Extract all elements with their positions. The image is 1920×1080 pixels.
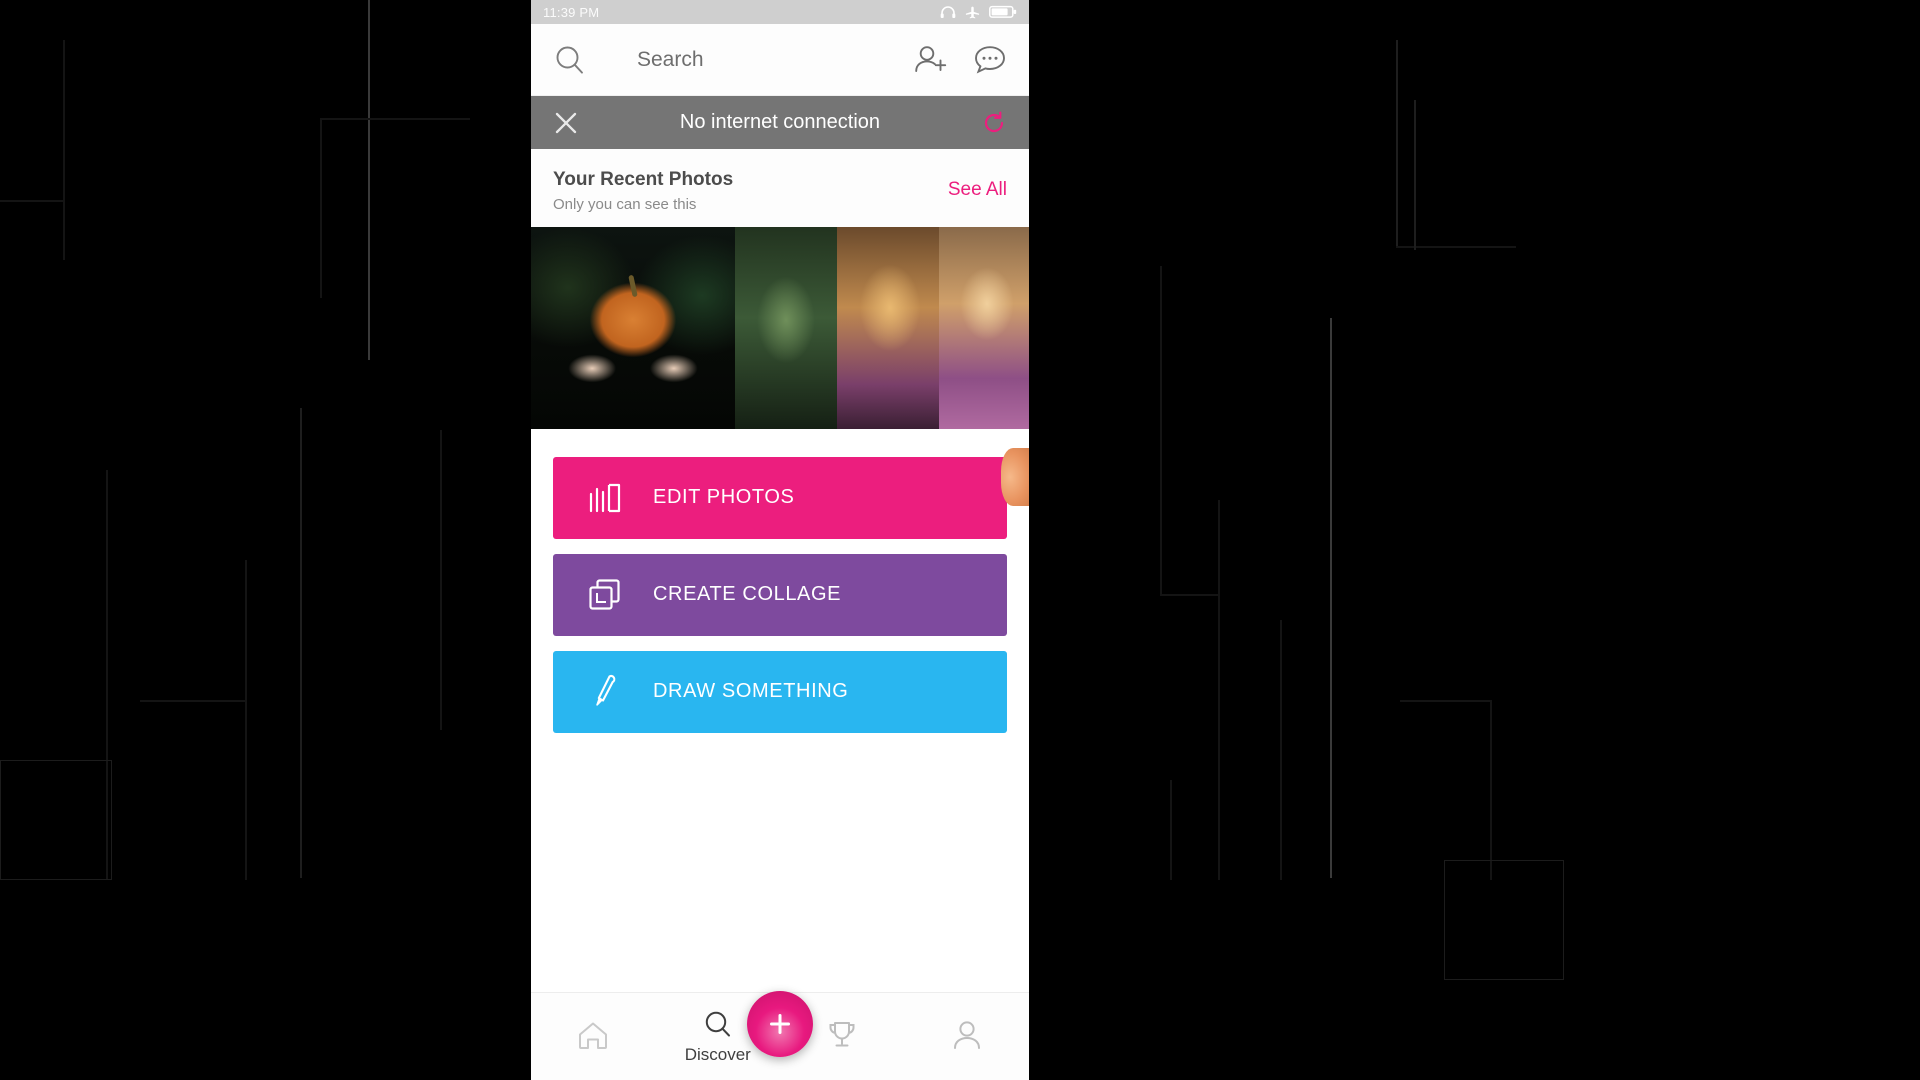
nav-item-profile[interactable]: [905, 993, 1030, 1080]
recent-photos-header: Your Recent Photos Only you can see this…: [531, 149, 1029, 227]
photo-edit-icon: [583, 481, 627, 515]
brush-icon: [583, 673, 627, 711]
draw-something-label: DRAW SOMETHING: [653, 680, 849, 703]
recent-photos-title: Your Recent Photos: [553, 169, 734, 190]
create-fab-button[interactable]: [747, 991, 813, 1057]
headset-icon: [940, 6, 956, 18]
action-button-list: EDIT PHOTOS CREATE COLLAGE DRAW SOMETHIN…: [531, 428, 1029, 733]
battery-icon: [989, 5, 1017, 18]
top-search-bar: Search: [531, 24, 1029, 96]
offline-banner: No internet connection: [531, 96, 1029, 149]
airplane-mode-icon: [965, 6, 980, 18]
photo-pumpkin-face[interactable]: [531, 226, 735, 429]
chat-bubble-icon[interactable]: [973, 44, 1007, 76]
search-icon[interactable]: [553, 43, 587, 77]
profile-icon: [953, 1020, 980, 1049]
top-bar-actions: [913, 44, 1007, 76]
collage-icon: [583, 577, 627, 613]
draw-something-button[interactable]: DRAW SOMETHING: [553, 650, 1007, 733]
search-input[interactable]: Search: [605, 48, 895, 72]
create-collage-label: CREATE COLLAGE: [653, 583, 842, 606]
recent-photos-text-block: Your Recent Photos Only you can see this: [553, 167, 733, 213]
status-bar-icons: [940, 5, 1017, 20]
plus-icon: [770, 1014, 790, 1034]
search-icon: [705, 1011, 730, 1036]
photo-green-portrait[interactable]: [735, 226, 837, 429]
bottom-navigation-bar: Discover: [531, 991, 1030, 1080]
close-icon[interactable]: [553, 110, 579, 136]
peach-decoration: [1001, 448, 1029, 506]
edit-photos-button[interactable]: EDIT PHOTOS: [553, 456, 1007, 539]
status-bar: 11:39 PM: [531, 0, 1029, 24]
recent-photos-strip[interactable]: [531, 226, 1029, 429]
phone-screen: 11:39 PM Search No internet connection Y…: [531, 0, 1029, 1080]
refresh-icon[interactable]: [981, 110, 1007, 136]
edit-photos-label: EDIT PHOTOS: [653, 486, 795, 509]
status-bar-clock: 11:39 PM: [543, 4, 600, 20]
recent-photos-subtitle: Only you can see this: [553, 195, 697, 213]
see-all-link[interactable]: See All: [948, 179, 1007, 201]
offline-banner-message: No internet connection: [679, 111, 881, 133]
add-person-icon[interactable]: [913, 44, 949, 76]
create-collage-button[interactable]: CREATE COLLAGE: [553, 553, 1007, 636]
photo-purple-portrait[interactable]: [939, 226, 1029, 429]
trophy-icon: [829, 1021, 855, 1046]
home-icon: [579, 1022, 608, 1049]
nav-item-discover-label: Discover: [684, 1044, 751, 1064]
nav-item-home[interactable]: [531, 993, 656, 1080]
photo-golden-portrait[interactable]: [837, 226, 939, 429]
